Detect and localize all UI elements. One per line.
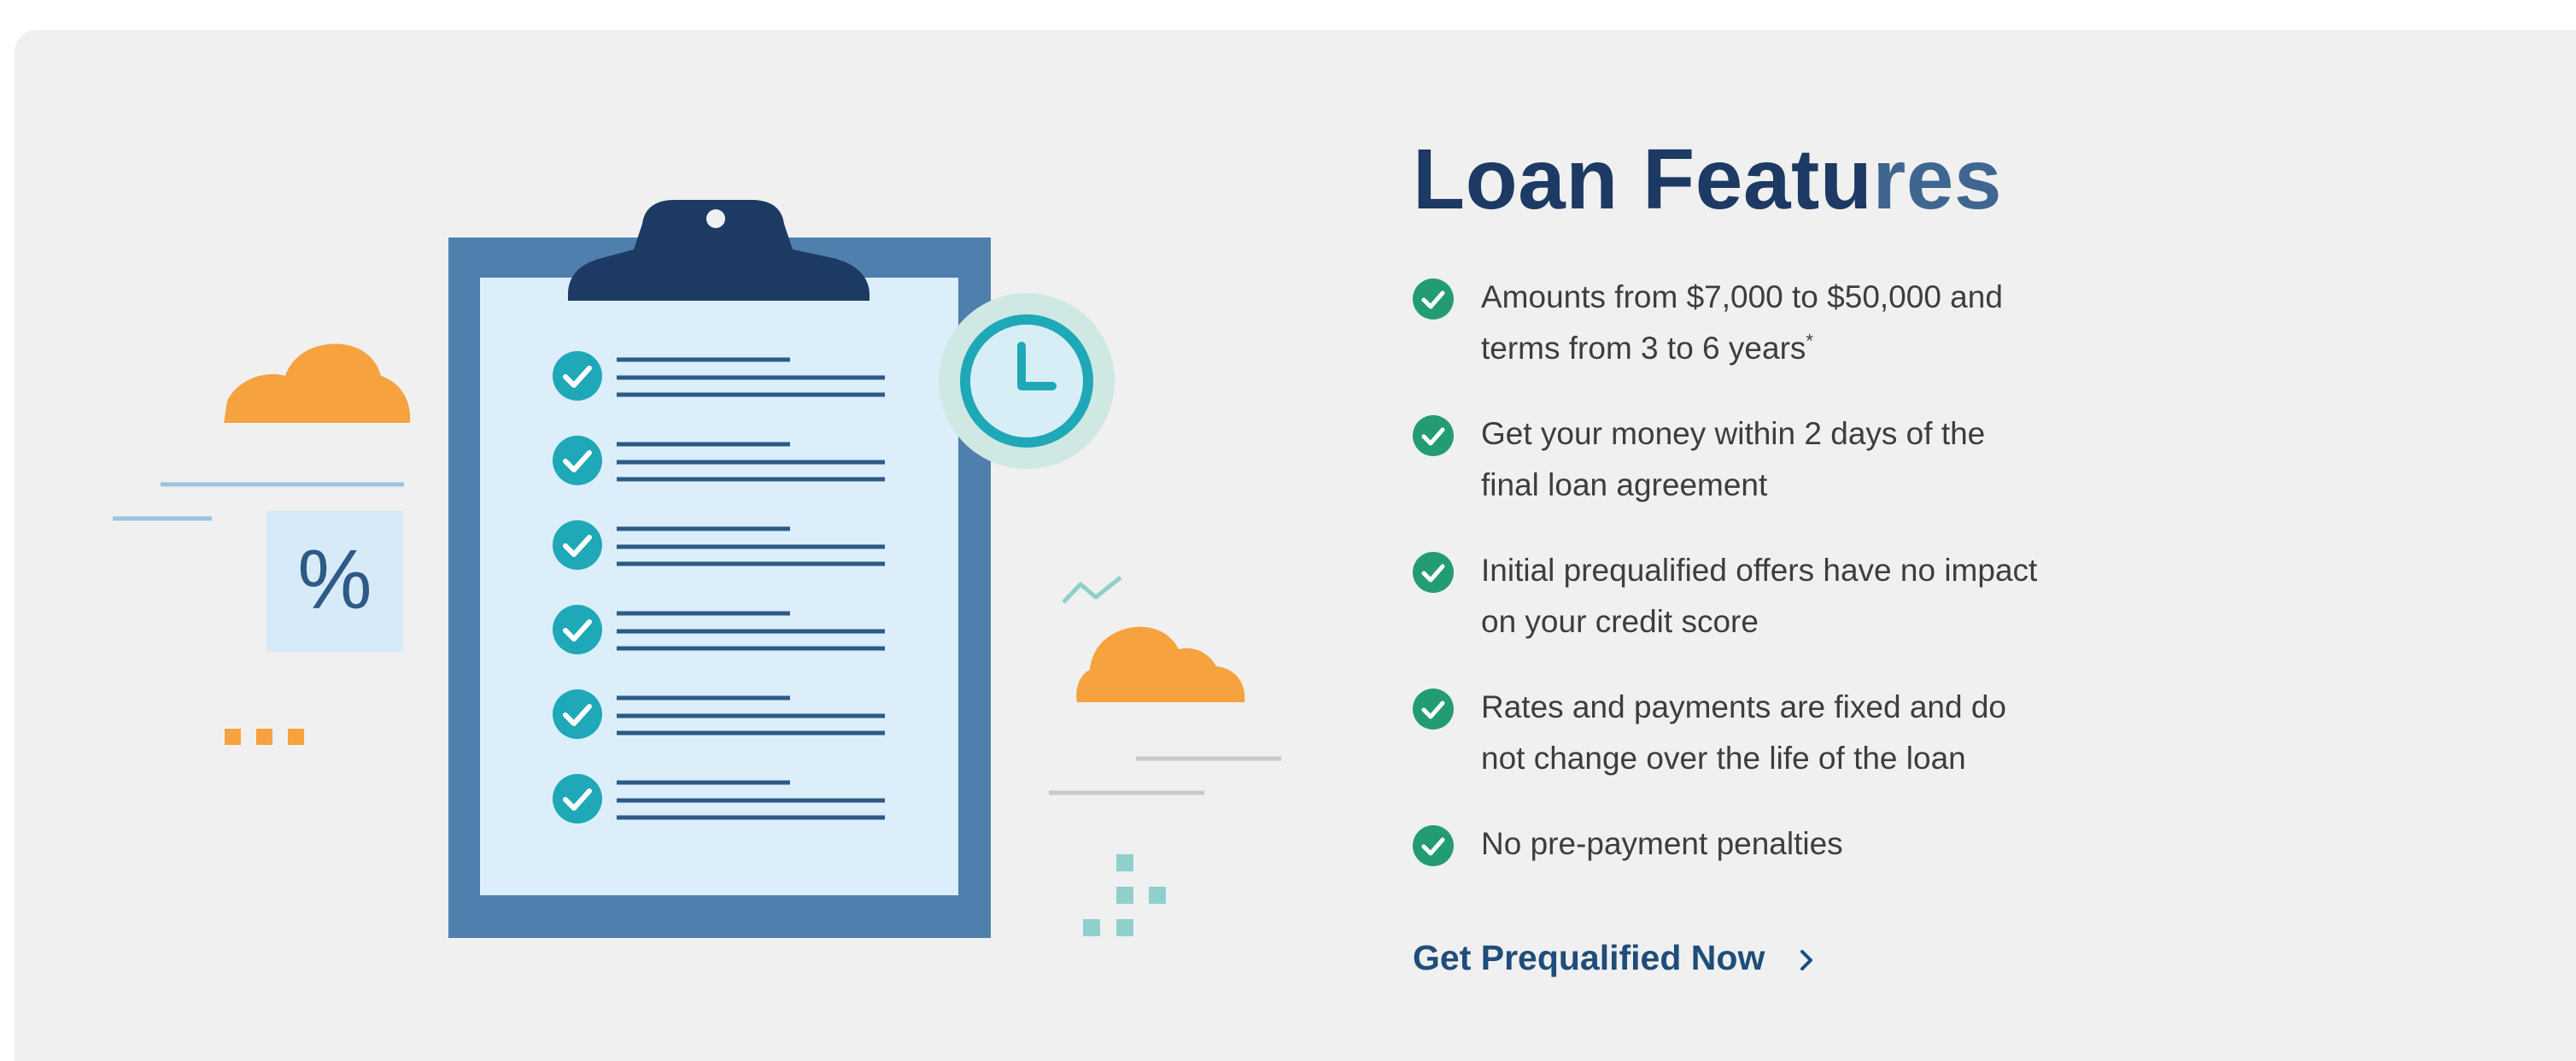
feature-line-2: terms from 3 to 6 years [1481,331,1806,366]
feature-line-1: Initial prequalified offers have no impa… [1481,553,2038,588]
feature-line-1: Get your money within 2 days of the [1481,416,1986,451]
svg-text:%: % [297,532,372,626]
section-title: Loan Features [1413,128,2181,231]
percent-icon: % [266,511,403,652]
title-part-1: Loan Featu [1413,132,1873,227]
feature-item: Amounts from $7,000 to $50,000 and terms… [1413,272,2181,374]
check-icon [1413,689,1454,730]
features-content: Loan Features Amounts from $7,000 to $50… [1413,128,2181,979]
clipboard-icon [448,200,991,938]
get-prequalified-link[interactable]: Get Prequalified Now [1413,936,1819,979]
feature-item: Initial prequalified offers have no impa… [1413,545,2181,648]
check-icon [1413,825,1454,866]
feature-line-2: on your credit score [1481,604,1759,639]
footnote-marker: * [1806,330,1813,352]
feature-line-1: Rates and payments are fixed and do [1481,689,2006,724]
feature-item: No pre-payment penalties [1413,818,2181,870]
feature-item: Rates and payments are fixed and do not … [1413,682,2181,784]
cloud-icon [1076,626,1245,702]
check-icon [1413,415,1454,456]
title-part-2: res [1872,132,2003,227]
dots-decoration [225,729,304,745]
feature-line-2: final loan agreement [1481,467,1768,502]
loan-illustration: % [113,200,1281,938]
feature-line-2: not change over the life of the loan [1481,741,1966,776]
check-icon [1413,552,1454,593]
cta-label: Get Prequalified Now [1413,938,1765,977]
pixel-decoration [1083,854,1166,936]
zigzag-decoration [1062,576,1122,604]
feature-line-1: Amounts from $7,000 to $50,000 and [1481,279,2003,314]
feature-item: Get your money within 2 days of the fina… [1413,408,2181,511]
cloud-icon [224,343,411,423]
chevron-right-icon [1800,950,1812,971]
feature-line-1: No pre-payment penalties [1481,826,1843,861]
clock-icon [939,293,1115,469]
check-icon [1413,278,1454,319]
feature-list: Amounts from $7,000 to $50,000 and terms… [1413,272,2181,870]
